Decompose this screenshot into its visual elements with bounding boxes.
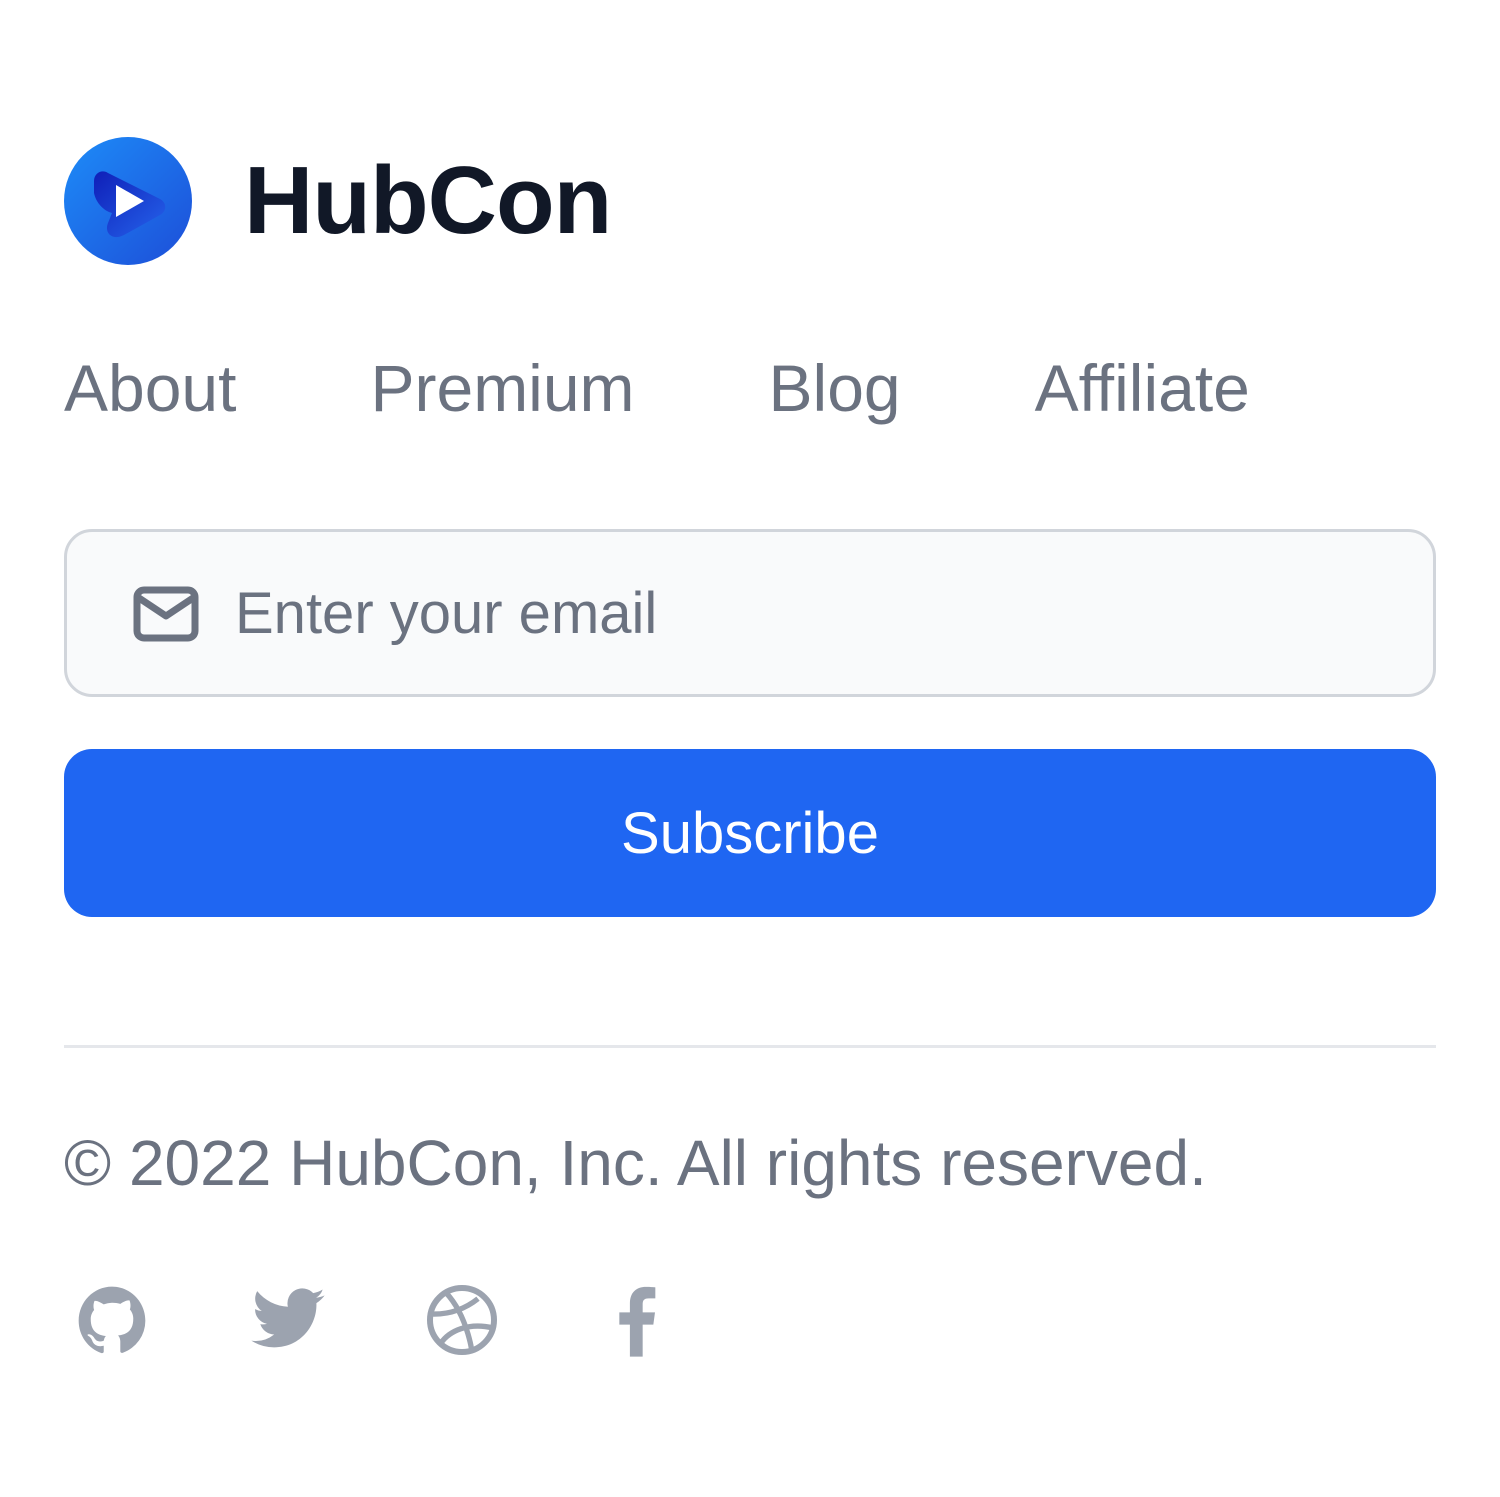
email-field-container[interactable] <box>64 529 1436 697</box>
dribbble-icon <box>426 1284 498 1356</box>
subscribe-button[interactable]: Subscribe <box>64 749 1436 917</box>
play-circle-logo-icon <box>64 137 192 265</box>
dribbble-link[interactable] <box>422 1280 502 1360</box>
nav-link-affiliate[interactable]: Affiliate <box>1035 355 1250 421</box>
email-input[interactable] <box>235 572 1385 654</box>
twitter-link[interactable] <box>248 1280 328 1360</box>
site-footer: HubCon About Premium Blog Affiliate Subs… <box>64 0 1436 1497</box>
divider <box>64 1045 1436 1048</box>
brand-name: HubCon <box>244 147 612 254</box>
facebook-icon <box>619 1286 656 1357</box>
copyright-text: © 2022 HubCon, Inc. All rights reserved. <box>64 1127 1207 1199</box>
github-icon <box>78 1286 146 1354</box>
envelope-icon <box>133 586 199 642</box>
nav-link-blog[interactable]: Blog <box>769 355 901 421</box>
footer-nav: About Premium Blog Affiliate <box>64 350 1250 426</box>
twitter-icon <box>251 1288 325 1348</box>
github-link[interactable] <box>72 1280 152 1360</box>
brand[interactable]: HubCon <box>64 136 612 266</box>
nav-link-premium[interactable]: Premium <box>370 355 634 421</box>
facebook-link[interactable] <box>598 1280 678 1360</box>
nav-link-about[interactable]: About <box>64 355 236 421</box>
